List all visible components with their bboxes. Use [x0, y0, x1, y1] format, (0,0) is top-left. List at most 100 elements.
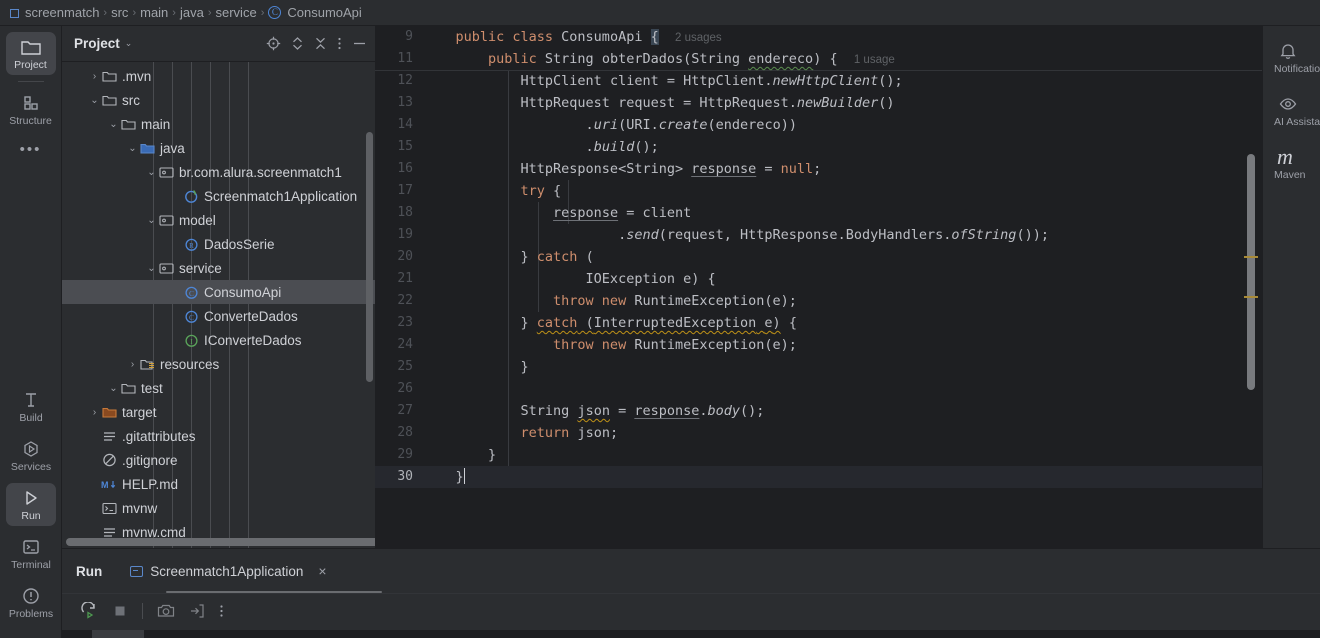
breadcrumb-item-src[interactable]: src	[111, 5, 128, 20]
code-line-18[interactable]: 18 response = client	[375, 202, 1262, 224]
source-root-icon	[139, 142, 156, 155]
tree-row-label: main	[141, 116, 171, 132]
stop-icon[interactable]	[112, 603, 128, 619]
sidebar-item-label: Maven	[1274, 169, 1306, 181]
sidebar-item-problems[interactable]: Problems	[6, 581, 56, 624]
sidebar-item-notifications[interactable]: Notifications	[1273, 36, 1320, 79]
code-line-13[interactable]: 13 HttpRequest request = HttpRequest.new…	[375, 92, 1262, 114]
run-config-icon	[130, 565, 144, 577]
code-text: return json;	[423, 425, 619, 441]
tree-row-screenmatch1application[interactable]: Screenmatch1Application	[62, 184, 375, 208]
run-tab-screenmatch1application[interactable]: Screenmatch1Application ×	[130, 563, 327, 579]
code-line-28[interactable]: 28 return json;	[375, 422, 1262, 444]
chevron-updown-icon[interactable]	[291, 36, 304, 51]
minimize-icon[interactable]	[352, 36, 367, 51]
breadcrumb-item-java[interactable]: java	[180, 5, 204, 20]
rerun-icon[interactable]	[80, 601, 98, 620]
tree-horizontal-scrollbar[interactable]	[66, 538, 375, 546]
folder-icon	[120, 118, 137, 131]
sidebar-item-services[interactable]: Services	[6, 434, 56, 477]
code-line-30[interactable]: 30 }	[375, 466, 1262, 488]
breadcrumb-item-service[interactable]: service	[216, 5, 257, 20]
code-line-17[interactable]: 17 try {	[375, 180, 1262, 202]
sidebar-item-ai-assistant[interactable]: AI Assistant	[1273, 89, 1320, 132]
code-line-9[interactable]: 9 public class ConsumoApi { 2 usages	[375, 26, 1262, 48]
export-icon[interactable]	[189, 603, 205, 619]
tree-row-gitattributes[interactable]: .gitattributes	[62, 424, 375, 448]
tree-row-mvnw[interactable]: mvnw	[62, 496, 375, 520]
more-vertical-icon[interactable]	[219, 603, 224, 619]
chevron-down-icon[interactable]: ⌄	[125, 38, 133, 49]
tree-row-help-md[interactable]: M HELP.md	[62, 472, 375, 496]
close-icon[interactable]: ×	[318, 563, 326, 579]
code-line-23[interactable]: 23 } catch (InterruptedException e) {	[375, 312, 1262, 334]
tree-row-package-service[interactable]: ⌄ service	[62, 256, 375, 280]
tree-row-gitignore[interactable]: .gitignore	[62, 448, 375, 472]
tree-row-iconvertedados[interactable]: I IConverteDados	[62, 328, 375, 352]
chevron-right-icon[interactable]: ›	[126, 359, 139, 370]
chevron-down-icon[interactable]: ⌄	[126, 143, 139, 154]
code-editor[interactable]: 9 public class ConsumoApi { 2 usages 11 …	[375, 26, 1262, 548]
code-line-20[interactable]: 20 } catch (	[375, 246, 1262, 268]
tree-row-test[interactable]: ⌄ test	[62, 376, 375, 400]
shell-icon	[101, 502, 118, 515]
code-line-16[interactable]: 16 HttpResponse<String> response = null;	[375, 158, 1262, 180]
tree-row-java[interactable]: ⌄ java	[62, 136, 375, 160]
tree-row-src[interactable]: ⌄ src	[62, 88, 375, 112]
sidebar-item-project[interactable]: Project	[5, 32, 56, 75]
project-tree[interactable]: › .mvn ⌄ src ⌄ main ⌄ java ⌄ br.com.alur…	[62, 62, 375, 548]
tree-row-resources[interactable]: › resources	[62, 352, 375, 376]
camera-icon[interactable]	[157, 603, 175, 619]
tree-row-target[interactable]: › target	[62, 400, 375, 424]
tree-row-main[interactable]: ⌄ main	[62, 112, 375, 136]
chevron-down-icon[interactable]: ⌄	[88, 95, 101, 106]
code-line-26[interactable]: 26	[375, 378, 1262, 400]
tree-row-mvn[interactable]: › .mvn	[62, 64, 375, 88]
tree-row-convertedados[interactable]: C ConverteDados	[62, 304, 375, 328]
gitignore-icon	[101, 453, 118, 467]
tree-row-label: target	[122, 404, 157, 420]
chevron-down-icon[interactable]: ⌄	[107, 383, 120, 394]
sidebar-item-structure[interactable]: Structure	[6, 88, 56, 131]
code-line-25[interactable]: 25 }	[375, 356, 1262, 378]
sidebar-item-run[interactable]: Run	[6, 483, 56, 526]
tree-row-package-br[interactable]: ⌄ br.com.alura.screenmatch1	[62, 160, 375, 184]
sidebar-item-label: Structure	[9, 115, 52, 127]
sidebar-item-build[interactable]: Build	[6, 385, 56, 428]
sidebar-more-button[interactable]: •••	[0, 137, 61, 162]
crosshair-icon[interactable]	[266, 36, 281, 51]
sidebar-item-terminal[interactable]: Terminal	[6, 532, 56, 575]
chevron-right-icon[interactable]: ›	[88, 71, 101, 82]
tree-row-label: service	[179, 260, 222, 276]
chevron-down-icon[interactable]: ⌄	[145, 167, 158, 178]
svg-text:C: C	[189, 289, 194, 298]
code-line-22[interactable]: 22 throw new RuntimeException(e);	[375, 290, 1262, 312]
collapse-all-icon[interactable]	[314, 36, 327, 51]
editor-vertical-scrollbar[interactable]	[1247, 154, 1255, 390]
tree-row-consumoapi[interactable]: C ConsumoApi	[62, 280, 375, 304]
chevron-right-icon[interactable]: ›	[88, 407, 101, 418]
line-number: 20	[397, 249, 413, 264]
breadcrumb-item-consumoapi[interactable]: C ConsumoApi	[268, 5, 362, 20]
chevron-down-icon[interactable]: ⌄	[145, 263, 158, 274]
code-line-24[interactable]: 24 throw new RuntimeException(e);	[375, 334, 1262, 356]
sidebar-item-maven[interactable]: m Maven	[1273, 142, 1320, 185]
code-text: HttpRequest request = HttpRequest.newBui…	[423, 95, 895, 111]
code-line-21[interactable]: 21 IOException e) {	[375, 268, 1262, 290]
more-vertical-icon[interactable]	[337, 36, 342, 51]
chevron-down-icon[interactable]: ⌄	[107, 119, 120, 130]
breadcrumb-item-main[interactable]: main	[140, 5, 168, 20]
tree-row-dadosserie[interactable]: R DadosSerie	[62, 232, 375, 256]
code-line-14[interactable]: 14 .uri(URI.create(endereco))	[375, 114, 1262, 136]
code-line-29[interactable]: 29 }	[375, 444, 1262, 466]
spring-icon	[183, 189, 200, 204]
code-line-11[interactable]: 11 public String obterDados(String ender…	[375, 48, 1262, 70]
code-line-12[interactable]: 12 HttpClient client = HttpClient.newHtt…	[375, 70, 1262, 92]
breadcrumb-item-screenmatch[interactable]: screenmatch	[10, 5, 99, 20]
tree-row-package-model[interactable]: ⌄ model	[62, 208, 375, 232]
tree-vertical-scrollbar[interactable]	[366, 132, 373, 382]
code-line-19[interactable]: 19 .send(request, HttpResponse.BodyHandl…	[375, 224, 1262, 246]
chevron-down-icon[interactable]: ⌄	[145, 215, 158, 226]
code-line-15[interactable]: 15 .build();	[375, 136, 1262, 158]
code-line-27[interactable]: 27 String json = response.body();	[375, 400, 1262, 422]
